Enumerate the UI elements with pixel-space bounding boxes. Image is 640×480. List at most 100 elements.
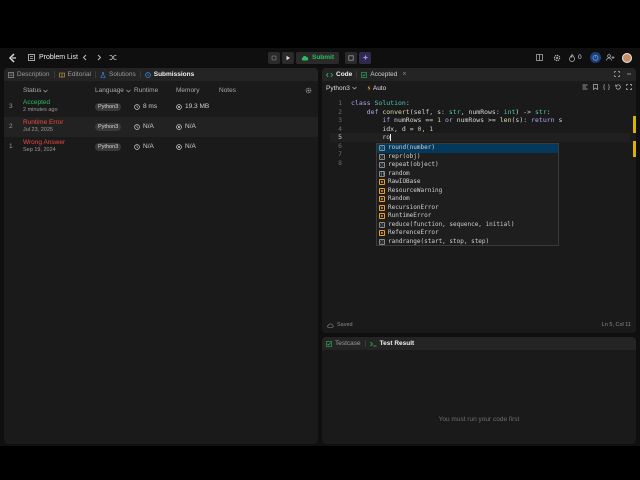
code-line-1: 1 class Solution: xyxy=(338,99,410,107)
language-select[interactable]: Python3 xyxy=(326,85,357,92)
status-cell: Runtime Error Jul 23, 2025 xyxy=(23,119,63,133)
timer-button[interactable] xyxy=(590,48,601,67)
bookmark-icon[interactable] xyxy=(593,84,598,92)
problem-list-label: Problem List xyxy=(39,54,78,61)
collapse-icon[interactable] xyxy=(626,71,632,79)
tab-test-result-label: Test Result xyxy=(379,340,415,347)
ai-assist-button[interactable] xyxy=(359,51,372,64)
close-icon[interactable]: × xyxy=(402,71,406,78)
autocomplete-item[interactable]: ▢ round(number) xyxy=(377,144,558,153)
gear-icon xyxy=(305,87,312,94)
autocomplete-item[interactable]: ◆ RawIOBase xyxy=(377,178,558,187)
tab-submissions[interactable]: Submissions xyxy=(141,68,198,81)
tab-editorial-label: Editorial xyxy=(67,71,91,78)
table-row[interactable]: 2 Runtime Error Jul 23, 2025 Python3 N/A… xyxy=(4,117,318,137)
submit-label: Submit xyxy=(312,54,335,61)
book-icon xyxy=(58,72,65,78)
function-icon: ▢ xyxy=(379,162,385,169)
language-pill: Python3 xyxy=(95,143,122,151)
autocomplete-item[interactable]: ▢ repr(obj) xyxy=(377,153,558,162)
submissions-panel: Description Editorial Solutions Submissi… xyxy=(4,68,318,444)
chevron-down-icon xyxy=(43,89,49,92)
settings-button[interactable] xyxy=(553,48,561,67)
tab-code-label: Code xyxy=(336,71,353,78)
autocomplete-item[interactable]: ◆ RecursionError xyxy=(377,204,558,213)
debug-button[interactable] xyxy=(268,51,280,64)
row-number: 1 xyxy=(9,143,13,150)
fire-icon xyxy=(569,53,575,62)
tab-editorial[interactable]: Editorial xyxy=(55,68,95,81)
clock-icon xyxy=(134,143,140,150)
autocomplete-label: Random xyxy=(388,195,410,202)
autocomplete-item[interactable]: ▢ repeat(object) xyxy=(377,161,558,170)
notes-header: Notes xyxy=(219,87,236,94)
braces-icon[interactable] xyxy=(603,84,610,92)
autocomplete-item[interactable]: ◆ ReferenceError xyxy=(377,229,558,238)
class-icon: ◆ xyxy=(379,213,385,220)
tab-test-result[interactable]: Test Result xyxy=(366,337,419,350)
memory-icon xyxy=(176,103,182,110)
autocomplete-item[interactable]: {} random xyxy=(377,170,558,179)
function-icon: ▢ xyxy=(379,221,385,228)
submitted-date: 2 minutes ago xyxy=(23,107,58,113)
layout-button[interactable] xyxy=(536,48,543,67)
shuffle-button[interactable] xyxy=(109,48,117,67)
memory-value: N/A xyxy=(185,143,196,150)
autocomplete-item[interactable]: ◆ ResourceWarning xyxy=(377,187,558,196)
autocomplete-item[interactable]: ▢ reduce(function, sequence, initial) xyxy=(377,221,558,230)
prev-problem-button[interactable] xyxy=(82,48,88,67)
tab-testcase[interactable]: Testcase xyxy=(322,337,365,350)
memory-value: 19.3 MB xyxy=(185,103,210,110)
test-panel: Testcase Test Result You must run your c… xyxy=(322,337,636,444)
auto-mode-toggle[interactable]: Auto xyxy=(367,85,386,92)
autocomplete-item[interactable]: ◆ RuntimeError xyxy=(377,212,558,221)
invite-button[interactable] xyxy=(606,48,615,67)
memory-value: N/A xyxy=(185,123,196,130)
status-text: Wrong Answer xyxy=(23,139,66,146)
auto-label: Auto xyxy=(372,84,387,92)
table-row[interactable]: 3 Accepted 2 minutes ago Python3 8 ms 19… xyxy=(4,97,318,117)
tab-solutions[interactable]: Solutions xyxy=(96,68,140,81)
streak-count: 0 xyxy=(578,54,582,61)
table-settings-button[interactable] xyxy=(305,87,312,94)
list-icon xyxy=(28,54,35,61)
submit-button[interactable]: Submit xyxy=(296,51,340,64)
language-value: Python3 xyxy=(326,84,350,92)
format-icon[interactable] xyxy=(582,84,588,92)
reset-icon[interactable] xyxy=(615,84,621,92)
language-pill: Python3 xyxy=(95,123,122,131)
checkbox-icon xyxy=(326,340,332,347)
run-button[interactable] xyxy=(282,51,294,64)
runtime-cell: N/A xyxy=(134,143,154,150)
autocomplete-item[interactable]: ◆ Random xyxy=(377,195,558,204)
autocomplete-item[interactable]: ▢ randrange(start, stop, step) xyxy=(377,238,558,247)
maximize-icon[interactable] xyxy=(614,71,620,79)
cloud-icon xyxy=(327,323,334,328)
save-status: Saved xyxy=(327,322,353,328)
runtime-value: N/A xyxy=(143,123,154,130)
timer-icon xyxy=(592,54,599,61)
tab-accepted[interactable]: Accepted × xyxy=(357,68,410,81)
avatar[interactable] xyxy=(622,48,632,67)
notes-button[interactable] xyxy=(345,51,358,64)
problem-list-button[interactable]: Problem List xyxy=(28,48,78,67)
editor-actions xyxy=(582,84,632,92)
next-problem-button[interactable] xyxy=(96,48,102,67)
memory-icon xyxy=(176,123,182,130)
clock-icon xyxy=(134,103,140,110)
fullscreen-icon[interactable] xyxy=(626,84,632,92)
streak-counter[interactable]: 0 xyxy=(569,48,582,67)
code-line-5: 5 ro xyxy=(330,133,630,142)
function-icon: ▢ xyxy=(379,238,385,245)
tab-code[interactable]: Code xyxy=(322,68,356,81)
language-filter[interactable]: Language xyxy=(95,87,131,94)
autocomplete-label: randrange(start, stop, step) xyxy=(388,237,490,245)
class-icon: ◆ xyxy=(379,204,385,211)
runtime-value: N/A xyxy=(143,143,154,150)
table-row[interactable]: 1 Wrong Answer Sep 19, 2024 Python3 N/A … xyxy=(4,137,318,157)
logo-icon[interactable] xyxy=(8,48,17,67)
layout-icon xyxy=(536,54,543,61)
autocomplete-label: ReferenceError xyxy=(388,229,439,236)
tab-description[interactable]: Description xyxy=(4,68,54,81)
status-filter[interactable]: Status xyxy=(23,87,49,94)
